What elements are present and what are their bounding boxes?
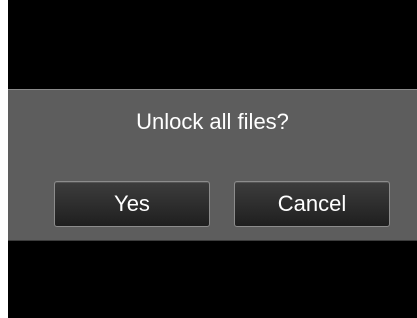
confirm-dialog: Unlock all files? Yes Cancel — [8, 89, 417, 241]
yes-button[interactable]: Yes — [54, 181, 210, 227]
camera-screen: Unlock all files? Yes Cancel — [8, 0, 417, 318]
dialog-prompt: Unlock all files? — [136, 109, 289, 134]
cancel-button[interactable]: Cancel — [234, 181, 390, 227]
